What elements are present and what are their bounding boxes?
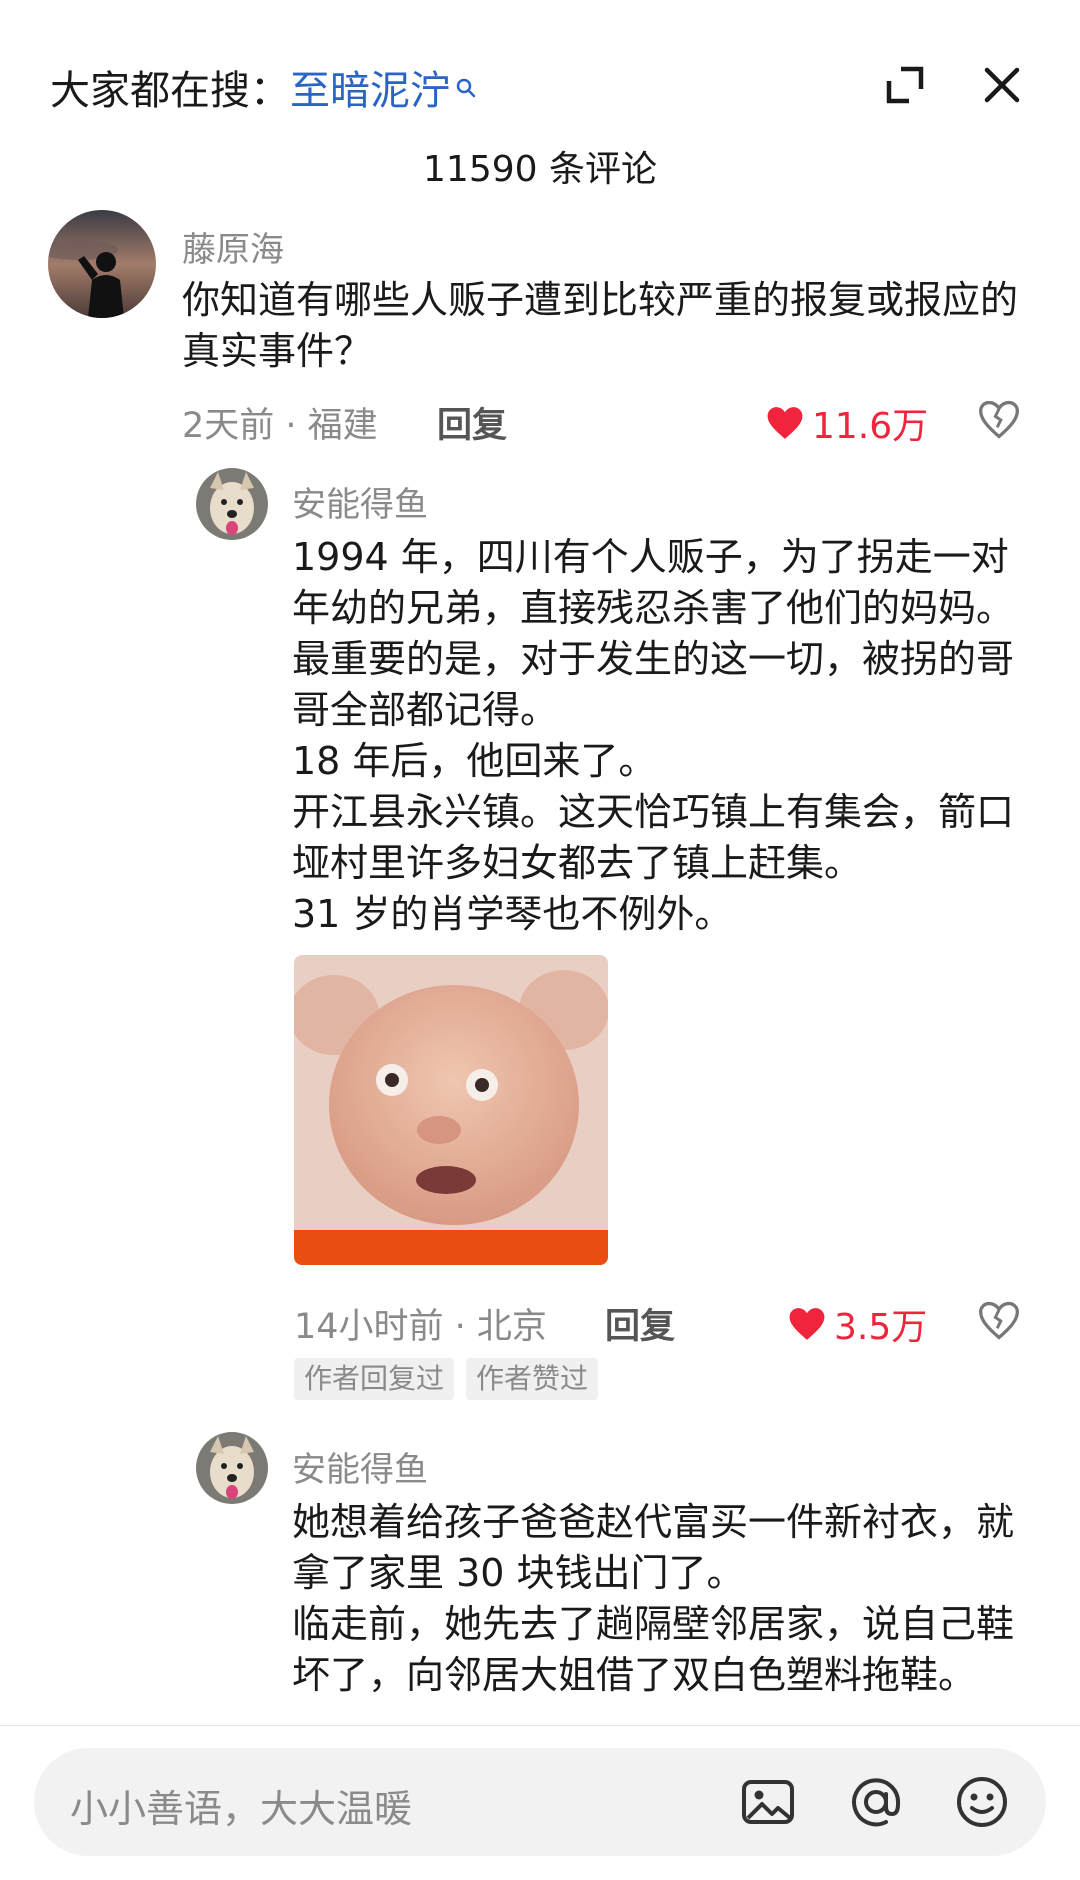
comment-input-placeholder[interactable]: 小小善语，大大温暖 [70, 1778, 412, 1833]
tag-author-liked: 作者赞过 [466, 1358, 599, 1400]
dislike-heart-icon [979, 1301, 1019, 1340]
sticker-image[interactable] [294, 955, 608, 1265]
tag-author-replied: 作者回复过 [294, 1358, 455, 1400]
meme-face-image [294, 955, 608, 1265]
reply-button[interactable]: 回复 [437, 397, 507, 448]
dislike-heart-icon [979, 400, 1019, 439]
header: 大家都在搜：至暗泥泞 [0, 0, 1080, 150]
reply-meta: 14小时前 · 北京 [294, 1307, 547, 1347]
avatar-silhouette-image [48, 210, 156, 318]
reply-author[interactable]: 安能得鱼 [292, 1442, 428, 1491]
reply-text: 她想着给孩子爸爸赵代富买一件新衬衣，就 拿了家里 30 块钱出门了。 临走前，她… [292, 1500, 1015, 1697]
reply-button[interactable]: 回复 [605, 1298, 675, 1349]
comment-text: 你知道有哪些人贩子遭到比较严重的报复或报应的 真实事件？ [182, 278, 1019, 373]
reply-author[interactable]: 安能得鱼 [292, 477, 428, 526]
mention-button[interactable] [848, 1774, 904, 1830]
close-icon [984, 67, 1020, 103]
like-button[interactable]: 3.5万 [788, 1298, 927, 1350]
reply-text: 1994 年，四川有个人贩子，为了拐走一对 年幼的兄弟，直接残忍杀害了他们的妈妈… [292, 535, 1015, 936]
comment-count: 11590 条评论 [423, 149, 657, 190]
like-count: 3.5万 [834, 1307, 928, 1348]
avatar[interactable] [48, 210, 156, 318]
divider [0, 1725, 1080, 1726]
close-button[interactable] [972, 55, 1032, 115]
comment-meta: 2天前 · 福建 [182, 406, 378, 446]
comment-input-bar[interactable]: 小小善语，大大温暖 [34, 1748, 1046, 1856]
like-count: 11.6万 [812, 406, 929, 447]
heart-icon [789, 1308, 825, 1340]
avatar-dog-image [196, 468, 268, 540]
like-button[interactable]: 11.6万 [766, 397, 928, 449]
expand-icon [886, 66, 924, 104]
at-icon [852, 1778, 901, 1827]
dislike-button[interactable] [977, 1299, 1021, 1343]
search-prefix: 大家都在搜： [50, 68, 290, 114]
heart-icon [767, 407, 803, 439]
avatar[interactable] [196, 468, 268, 540]
image-icon [742, 1780, 794, 1824]
emoji-button[interactable] [954, 1774, 1010, 1830]
avatar[interactable] [196, 1432, 268, 1504]
expand-button[interactable] [875, 55, 935, 115]
search-term-link[interactable]: 至暗泥泞 [290, 68, 450, 114]
trending-search[interactable]: 大家都在搜：至暗泥泞 [50, 58, 478, 116]
search-icon[interactable] [454, 64, 478, 110]
dislike-button[interactable] [977, 398, 1021, 442]
emoji-icon [957, 1777, 1007, 1827]
comment-author[interactable]: 藤原海 [182, 222, 284, 271]
image-button[interactable] [740, 1774, 796, 1830]
avatar-dog-image [196, 1432, 268, 1504]
